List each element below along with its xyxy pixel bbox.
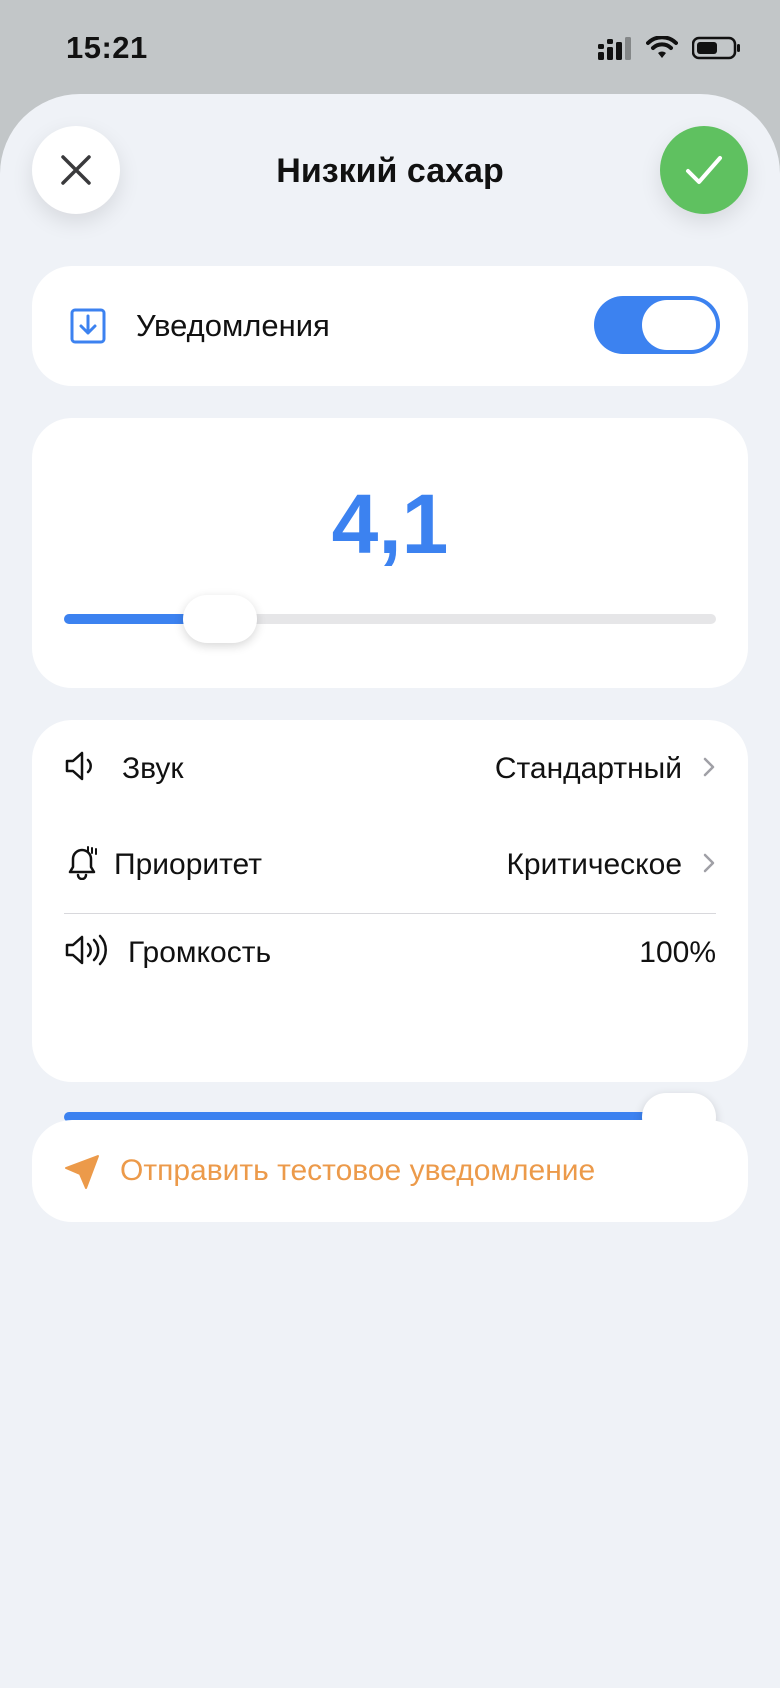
priority-row[interactable]: Приоритет Критическое <box>64 832 716 892</box>
volume-value: 100% <box>639 936 716 969</box>
speaker-icon <box>65 751 92 781</box>
notification-settings-sheet: Низкий сахар Уведомления 4,1 Звук Станда… <box>0 94 780 1688</box>
checkmark-icon <box>686 156 722 184</box>
speaker-loud-icon <box>65 934 107 966</box>
volume-row: Громкость 100% <box>64 920 716 980</box>
status-time: 15:21 <box>66 30 148 65</box>
sound-settings-card: Звук Стандартный Приоритет Критическое Г… <box>32 720 748 1141</box>
notifications-label: Уведомления <box>136 308 330 343</box>
threshold-card: 4,1 <box>32 418 748 688</box>
bell-alert-icon <box>68 846 97 880</box>
cellular-signal-icon <box>598 37 631 60</box>
send-test-notification-button[interactable]: Отправить тестовое уведомление <box>32 1120 748 1222</box>
priority-label: Приоритет <box>114 848 262 881</box>
sound-label: Звук <box>122 752 184 785</box>
confirm-button[interactable] <box>660 126 748 214</box>
threshold-slider[interactable] <box>64 595 716 643</box>
notifications-toggle[interactable] <box>594 296 720 354</box>
battery-icon <box>692 36 740 60</box>
threshold-slider-handle[interactable] <box>183 595 258 643</box>
divider <box>64 913 716 914</box>
download-square-icon <box>70 308 106 344</box>
send-test-notification-label: Отправить тестовое уведомление <box>120 1154 596 1187</box>
chevron-right-icon <box>703 853 715 873</box>
threshold-value: 4,1 <box>331 477 449 571</box>
toggle-knob <box>642 300 716 350</box>
chevron-right-icon <box>703 757 715 777</box>
paper-plane-icon <box>65 1155 99 1189</box>
priority-value: Критическое <box>506 848 682 881</box>
status-bar: 15:21 <box>0 0 780 96</box>
wifi-icon <box>646 36 678 58</box>
notifications-card: Уведомления <box>32 266 748 386</box>
volume-label: Громкость <box>128 936 272 969</box>
sound-row[interactable]: Звук Стандартный <box>64 736 716 796</box>
sound-value: Стандартный <box>494 752 682 785</box>
status-icons <box>598 36 742 60</box>
